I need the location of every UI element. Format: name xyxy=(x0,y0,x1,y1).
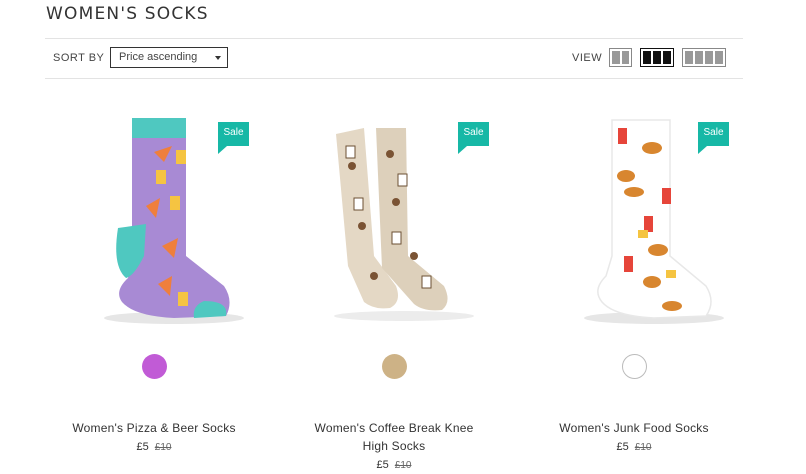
sort-select-value: Price ascending xyxy=(119,51,198,63)
original-price: £10 xyxy=(154,442,172,453)
view-three-columns-button[interactable] xyxy=(640,48,674,67)
original-price: £10 xyxy=(634,442,652,453)
sale-badge: Sale xyxy=(218,122,249,154)
price-row: £5 £10 xyxy=(514,441,754,453)
original-price: £10 xyxy=(394,460,412,471)
column-icon xyxy=(621,51,629,64)
price-row: £5 £10 xyxy=(34,441,274,453)
product-name-line2: High Socks xyxy=(362,439,426,453)
sale-badge: Sale xyxy=(458,122,489,154)
page-title: WOMEN'S SOCKS xyxy=(46,4,209,24)
column-icon xyxy=(663,51,671,64)
column-icon xyxy=(705,51,713,64)
column-icon xyxy=(715,51,723,64)
color-swatch[interactable] xyxy=(382,354,407,379)
view-label: VIEW xyxy=(572,52,603,64)
sale-badge: Sale xyxy=(698,122,729,154)
product-name[interactable]: Women's Pizza & Beer Socks xyxy=(34,419,274,437)
color-swatch[interactable] xyxy=(622,354,647,379)
sale-price: £5 xyxy=(136,441,149,453)
product-toolbar: SORT BY Price ascending VIEW xyxy=(45,38,743,79)
product-card[interactable]: Sale Women's Junk Food Socks £5 £10 xyxy=(514,100,754,474)
column-icon xyxy=(685,51,693,64)
column-icon xyxy=(695,51,703,64)
sort-label: SORT BY xyxy=(53,52,105,64)
chevron-down-icon xyxy=(215,56,221,60)
view-two-columns-button[interactable] xyxy=(609,48,632,67)
price-row: £5 £10 xyxy=(274,459,514,471)
product-name[interactable]: Women's Coffee Break Knee High Socks xyxy=(274,419,514,455)
color-swatch[interactable] xyxy=(142,354,167,379)
sort-select[interactable]: Price ascending xyxy=(110,47,228,68)
view-four-columns-button[interactable] xyxy=(682,48,726,67)
sale-price: £5 xyxy=(376,459,389,471)
column-icon xyxy=(612,51,620,64)
product-name[interactable]: Women's Junk Food Socks xyxy=(514,419,754,437)
column-icon xyxy=(653,51,661,64)
sale-price: £5 xyxy=(616,441,629,453)
product-card[interactable]: Sale Women's Pizza & Beer Socks £5 £10 xyxy=(34,100,274,474)
product-card[interactable]: Sale Women's Coffee Break Knee High Sock… xyxy=(274,100,514,474)
column-icon xyxy=(643,51,651,64)
product-name-line1: Women's Coffee Break Knee xyxy=(314,421,474,435)
